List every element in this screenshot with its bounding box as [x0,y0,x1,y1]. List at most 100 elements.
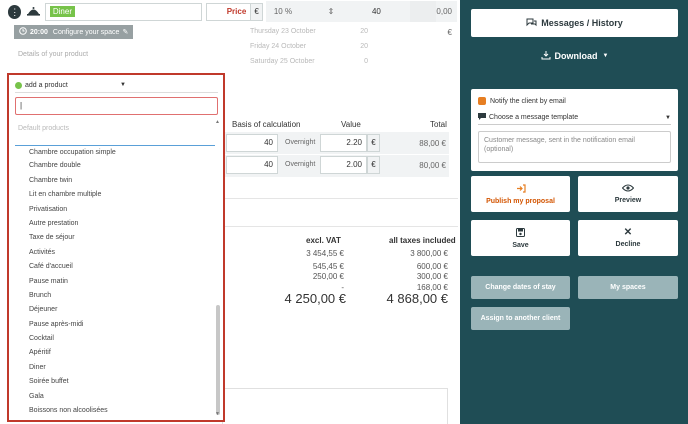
price-field[interactable]: Price [205,2,252,21]
more-options-icon[interactable]: ⋮ [8,4,22,19]
decline-button[interactable]: ✕ Decline [578,220,678,256]
pencil-icon[interactable]: ✎ [122,28,128,36]
dropdown-item[interactable]: Chambre twin [15,174,215,188]
notify-label: Notify the client by email [490,97,566,105]
product-name-tag: Diner [49,6,75,17]
download-label: Download [554,51,598,61]
dropdown-category: Default products [18,125,69,132]
product-dropdown[interactable]: add a product ▼ | Default products Chamb… [7,73,225,422]
add-icon [15,82,22,89]
change-dates-button[interactable]: Change dates of stay [471,276,570,299]
dropdown-item[interactable]: Boissons non alcoolisées [15,404,215,418]
incl-value: 3 800,00 € [410,249,448,258]
value-input[interactable]: 2.20 [320,134,367,152]
floppy-icon [516,227,525,239]
dropdown-item[interactable]: Diner [15,361,215,375]
notify-panel: Notify the client by email Choose a mess… [471,89,678,171]
details-input[interactable]: Details of your product [14,46,222,64]
scroll-thumb[interactable] [216,305,220,415]
assign-client-button[interactable]: Assign to another client [471,307,570,330]
close-icon: ✕ [623,227,633,238]
clock-icon [19,27,27,37]
dropdown-item[interactable]: Brunch [15,289,215,303]
template-icon [478,113,486,122]
dropdown-item[interactable]: Pause après-midi [15,318,215,332]
date-qty[interactable]: 0 [338,54,368,69]
publish-button[interactable]: Publish my proposal [471,176,570,212]
add-product-select[interactable]: add a product ▼ [15,79,218,93]
divider [222,226,458,227]
caret-down-icon: ▼ [602,53,609,59]
scroll-up-icon[interactable]: ▲ [215,119,220,125]
dates-list: Thursday 23 October 20 Friday 24 October 2… [250,24,450,69]
messages-history-button[interactable]: Messages / History [471,9,678,37]
value-input[interactable]: 2.00 [320,156,367,174]
cloche-icon [26,5,40,19]
dropdown-item[interactable]: Activités [15,246,215,260]
product-line-row: ⋮ Diner Price € 10 % ⇕ 40 0,00 € [8,1,457,37]
vat-select[interactable]: 10 % ⇕ [265,1,343,22]
dropdown-item[interactable]: Chambre occupation simple [15,145,215,159]
dropdown-item[interactable]: Pause matin [15,275,215,289]
date-label: Friday 24 October [250,43,307,50]
customer-message-textarea[interactable]: Customer message, sent in the notificati… [478,131,671,163]
dropdown-item[interactable]: Gala [15,390,215,404]
save-button[interactable]: Save [471,220,570,256]
messages-history-label: Messages / History [541,18,623,28]
incl-value: 300,00 € [416,272,448,281]
basis-unit: Overnight [285,139,316,146]
line-total: 0,00 € [436,1,457,37]
totals-incl-header: all taxes included [389,236,456,245]
time-chip[interactable]: 20:00 Configure your space ✎ [14,25,134,39]
publish-label: Publish my proposal [486,197,555,205]
date-qty[interactable]: 20 [338,39,368,54]
incl-grand-total: 4 868,00 € [386,291,448,306]
dropdown-item[interactable]: Taxe de séjour [15,231,215,245]
dropdown-item[interactable]: Privatisation [15,203,215,217]
excl-value: 545,45 € [312,262,344,271]
dropdown-item[interactable]: Lit en chambre multiple [15,188,215,202]
notify-checkbox-row[interactable]: Notify the client by email [478,97,566,105]
proposal-editor: ⋮ Diner Price € 10 % ⇕ 40 0,00 € 20:00 C… [0,0,460,424]
date-row: Saturday 25 October 0 [250,54,450,69]
totals-excl-header: excl. VAT [306,236,341,245]
value-currency: € [367,134,380,152]
caret-down-icon: ▼ [120,82,126,88]
scroll-down-icon[interactable]: ▼ [215,411,220,417]
template-select[interactable]: Choose a message template ▼ [478,111,671,125]
date-label: Thursday 23 October [250,28,316,35]
chat-icon [526,18,537,29]
dropdown-item[interactable]: Déjeuner [15,303,215,317]
time-value: 20:00 [30,28,48,36]
blank-cell [410,1,437,22]
dropdown-item[interactable]: Apéritif [15,346,215,360]
product-name-field[interactable]: Diner [44,2,202,21]
header-value: Value [341,120,361,129]
excl-grand-total: 4 250,00 € [284,291,346,306]
notes-box[interactable] [222,388,448,424]
date-qty[interactable]: 20 [338,24,368,39]
product-search-input[interactable]: | [15,97,218,115]
quantity-field[interactable]: 40 [342,1,411,22]
date-row: Friday 24 October 20 [250,39,450,54]
add-product-label: add a product [25,82,68,89]
dropdown-item[interactable]: Cocktail [15,332,215,346]
dropdown-item[interactable]: Autre prestation [15,217,215,231]
dropdown-item[interactable]: Café d'accueil [15,260,215,274]
notify-checkbox[interactable] [478,97,486,105]
download-button[interactable]: Download ▼ [471,42,678,70]
publish-icon [516,183,526,195]
excl-value: 250,00 € [312,272,344,281]
header-total: Total [430,120,447,129]
dropdown-scrollbar[interactable]: ▲ ▼ [215,119,221,419]
my-spaces-button[interactable]: My spaces [578,276,678,299]
basis-qty-input[interactable]: 40 [226,156,278,174]
eye-icon [621,184,635,194]
preview-button[interactable]: Preview [578,176,678,212]
header-basis: Basis of calculation [232,120,301,129]
decline-label: Decline [615,241,641,248]
dropdown-item[interactable]: Soirée buffet [15,375,215,389]
dropdown-item[interactable]: Chambre double [15,159,215,173]
configure-space-link[interactable]: Configure your space [53,29,120,36]
basis-qty-input[interactable]: 40 [226,134,278,152]
